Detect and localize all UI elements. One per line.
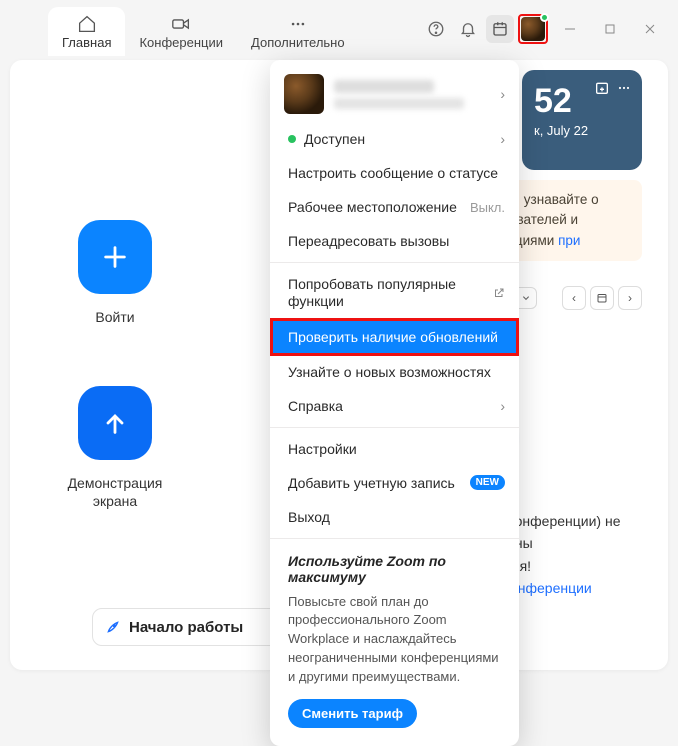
menu-label: Переадресовать вызовы [288, 233, 449, 249]
share-up-icon [78, 386, 152, 460]
presence-dot [540, 13, 549, 22]
promo-link[interactable]: при [558, 233, 580, 248]
add-account[interactable]: Добавить учетную запись NEW [270, 466, 519, 500]
menu-label: Попробовать популярные функции [288, 276, 501, 310]
user-name-blurred [334, 80, 464, 109]
prev-day[interactable]: ‹ [562, 286, 586, 310]
check-for-updates[interactable]: Проверить наличие обновлений [270, 318, 519, 356]
plus-icon [78, 220, 152, 294]
more-icon [288, 15, 308, 33]
home-icon [77, 15, 97, 33]
separator [270, 427, 519, 428]
presence-dot [288, 135, 296, 143]
menu-label: Узнайте о новых возможностях [288, 364, 491, 380]
value-label: Выкл. [470, 200, 505, 215]
tab-home[interactable]: Главная [48, 7, 125, 56]
work-location[interactable]: Рабочее местоположение Выкл. [270, 190, 519, 224]
new-badge: NEW [470, 475, 505, 490]
menu-label: Рабочее местоположение [288, 199, 457, 215]
today-btn[interactable] [590, 286, 614, 310]
whats-new[interactable]: Узнайте о новых возможностях [270, 355, 519, 389]
join-tile[interactable]: Войти [50, 220, 180, 326]
calendar-more-icon[interactable] [616, 80, 632, 96]
promo-text: я, узнавайте о [509, 192, 599, 207]
window-maximize[interactable] [592, 15, 628, 43]
menu-label: Справка [288, 398, 343, 414]
chevron-right-icon: › [500, 86, 505, 102]
window-close[interactable] [632, 15, 668, 43]
nav-tabs: Главная Конференции Дополнительно [48, 0, 359, 56]
set-status-msg[interactable]: Настроить сообщение о статусе [270, 156, 519, 190]
chevron-right-icon: › [500, 398, 505, 414]
forward-calls[interactable]: Переадресовать вызовы [270, 224, 519, 258]
settings-menu[interactable]: Настройки [270, 432, 519, 466]
calendar-add-icon[interactable] [594, 80, 610, 96]
share-screen-tile[interactable]: Демонстрация экрана [50, 386, 180, 510]
tab-label: Главная [62, 35, 111, 50]
profile-header[interactable]: › [270, 60, 519, 122]
sign-out[interactable]: Выход [270, 500, 519, 534]
top-features[interactable]: Попробовать популярные функции [270, 267, 519, 319]
calendar-card: 52 к, July 22 [522, 70, 642, 170]
rocket-icon [105, 619, 121, 635]
tab-more[interactable]: Дополнительно [237, 7, 359, 56]
window-minimize[interactable] [552, 15, 588, 43]
menu-label: Выход [288, 509, 330, 525]
clock-date: к, July 22 [534, 123, 630, 138]
menu-label: Добавить учетную запись [288, 475, 455, 491]
tab-meetings[interactable]: Конференции [125, 7, 237, 56]
title-bar: Главная Конференции Дополнительно [0, 0, 678, 56]
upsell-body: Повысьте свой план до профессионального … [288, 593, 501, 687]
status-item[interactable]: Доступен › [270, 122, 519, 156]
chevron-right-icon: › [500, 131, 505, 147]
profile-avatar[interactable] [518, 14, 548, 44]
upsell-title: Используйте Zoom по максимуму [288, 553, 501, 585]
bell-icon[interactable] [454, 15, 482, 43]
avatar-image [284, 74, 324, 114]
separator [270, 262, 519, 263]
external-link-icon [493, 287, 505, 299]
video-icon [171, 15, 191, 33]
separator [270, 538, 519, 539]
menu-label: Проверить наличие обновлений [288, 329, 498, 345]
getting-started-label: Начало работы [129, 619, 243, 636]
tile-label: Войти [95, 308, 134, 326]
help-menu[interactable]: Справка › [270, 389, 519, 423]
tile-label: Демонстрация экрана [50, 474, 180, 510]
upgrade-button[interactable]: Сменить тариф [288, 699, 417, 728]
next-day[interactable]: › [618, 286, 642, 310]
tab-label: Конференции [139, 35, 223, 50]
menu-label: Доступен [304, 131, 365, 147]
upsell-footer: Используйте Zoom по максимуму Повысьте с… [270, 543, 519, 732]
profile-dropdown: › Доступен › Настроить сообщение о стату… [270, 60, 519, 746]
tab-label: Дополнительно [251, 35, 345, 50]
calendar-top-icon[interactable] [486, 15, 514, 43]
promo-text: ователей и [509, 212, 578, 227]
menu-label: Настроить сообщение о статусе [288, 165, 498, 181]
help-icon[interactable] [422, 15, 450, 43]
menu-label: Настройки [288, 441, 357, 457]
